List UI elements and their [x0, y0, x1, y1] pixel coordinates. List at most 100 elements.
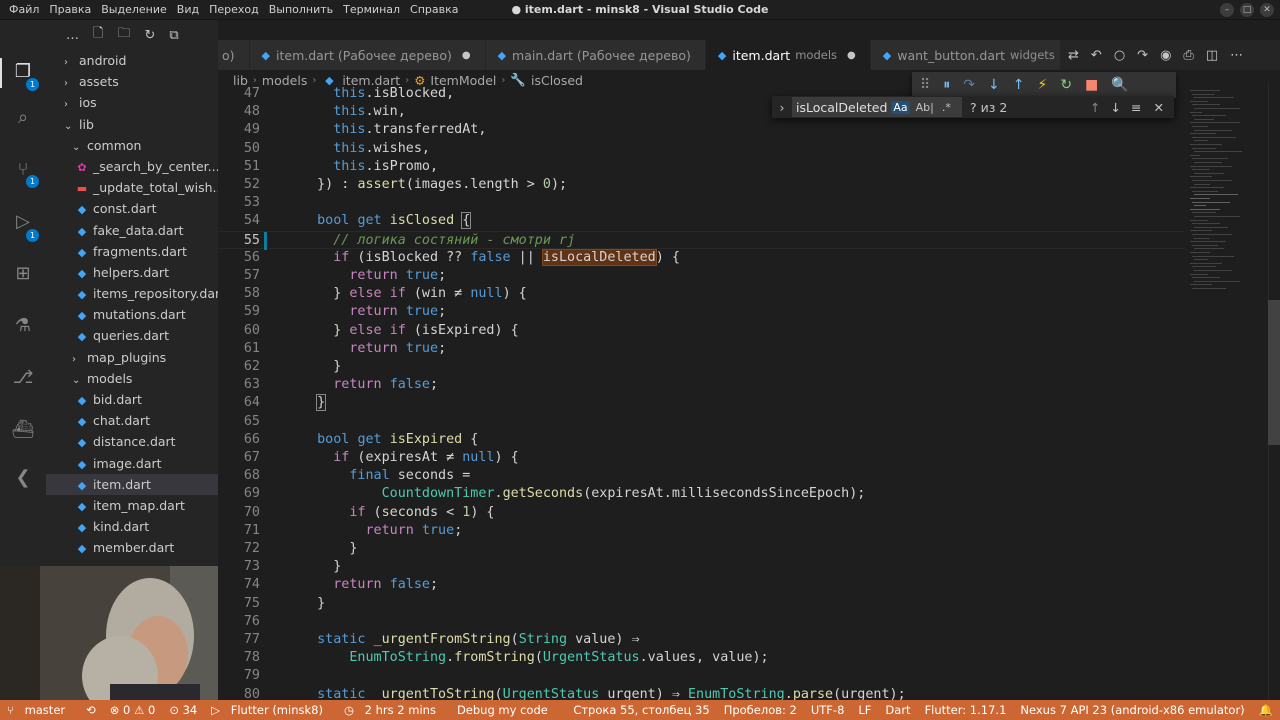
branch-status[interactable]: ⑂ master: [0, 703, 79, 717]
toggle-replace-icon[interactable]: ›: [772, 100, 792, 115]
code-line[interactable]: 64 }: [218, 394, 1184, 412]
maximize-icon[interactable]: □: [1240, 3, 1254, 17]
code-line[interactable]: 62 }: [218, 358, 1184, 376]
editor-tab[interactable]: ◆ want_button.dart widgets: [870, 40, 1060, 70]
code-line[interactable]: 76: [218, 613, 1184, 631]
editor-tab[interactable]: ◆ main.dart (Рабочее дерево): [485, 40, 706, 70]
line-number[interactable]: 48: [218, 103, 260, 121]
editor-tab[interactable]: ◆ item.dart (Рабочее дерево) ●: [249, 40, 486, 70]
code-line[interactable]: 72 }: [218, 540, 1184, 558]
code-line[interactable]: 74 return false;: [218, 576, 1184, 594]
code-line[interactable]: 71 return true;: [218, 522, 1184, 540]
menu-item[interactable]: Терминал: [338, 3, 405, 16]
line-number[interactable]: 51: [218, 158, 260, 176]
line-number[interactable]: 60: [218, 322, 260, 340]
menu-item[interactable]: Правка: [44, 3, 96, 16]
device-selector[interactable]: Nexus 7 API 23 (android-x86 emulator): [1013, 703, 1251, 717]
line-number[interactable]: 58: [218, 285, 260, 303]
code-line[interactable]: 73 }: [218, 558, 1184, 576]
menu-item[interactable]: Файл: [4, 3, 44, 16]
line-number[interactable]: 79: [218, 667, 260, 685]
debug-mode-status[interactable]: Debug my code: [450, 703, 555, 717]
code-line[interactable]: 75 }: [218, 595, 1184, 613]
git-graph-icon[interactable]: ⎇: [11, 366, 35, 390]
code-line[interactable]: 49 this.transferredAt,: [218, 121, 1184, 139]
line-number[interactable]: 64: [218, 394, 260, 412]
cursor-position[interactable]: Строка 55, столбец 35: [566, 703, 716, 717]
circle-icon[interactable]: ○: [1114, 48, 1125, 63]
tree-file[interactable]: ◆ image.dart: [46, 453, 218, 474]
previous-match-icon[interactable]: ↑: [1090, 100, 1100, 115]
line-number[interactable]: 66: [218, 431, 260, 449]
find-in-selection-icon[interactable]: ≡: [1131, 100, 1141, 115]
menu-item[interactable]: Справка: [405, 3, 463, 16]
editor-tab[interactable]: o): [218, 40, 250, 70]
line-number[interactable]: 67: [218, 449, 260, 467]
minimize-icon[interactable]: –: [1220, 3, 1234, 17]
time-tracking-status[interactable]: ◷ 2 hrs 2 mins: [337, 703, 450, 717]
code-line[interactable]: 50 this.wishes,: [218, 140, 1184, 158]
open-changes-icon[interactable]: ⎙: [1183, 48, 1193, 63]
editor-tab[interactable]: ◆ item.dart models ●: [705, 40, 871, 70]
line-number[interactable]: 61: [218, 340, 260, 358]
tree-folder[interactable]: ⌄ lib: [46, 114, 218, 135]
code-line[interactable]: 80 static _urgentToString(UrgentStatus u…: [218, 686, 1184, 700]
menu-item[interactable]: Выделение: [96, 3, 172, 16]
modified-dot-icon[interactable]: ●: [462, 50, 471, 61]
tree-file[interactable]: ✿ _search_by_center....: [46, 156, 218, 177]
whole-word-icon[interactable]: Ab|: [914, 101, 936, 114]
close-icon[interactable]: ✕: [1260, 3, 1274, 17]
minimap[interactable]: [1184, 84, 1268, 700]
code-editor[interactable]: 47 this.isBlocked, 48 this.win, 49 this.tr…: [218, 84, 1184, 700]
code-line[interactable]: 70 if (seconds < 1) {: [218, 504, 1184, 522]
more-icon[interactable]: …: [66, 28, 79, 43]
line-number[interactable]: 49: [218, 121, 260, 139]
code-line[interactable]: 67 if (expiresAt ≠ null) {: [218, 449, 1184, 467]
tree-file[interactable]: ◆ fragments.dart: [46, 241, 218, 262]
menu-item[interactable]: Переход: [204, 3, 264, 16]
code-line[interactable]: 78 EnumToString.fromString(UrgentStatus.…: [218, 649, 1184, 667]
tree-file[interactable]: ▬ _update_total_wish...: [46, 177, 218, 198]
drag-handle-icon[interactable]: ⠿: [920, 77, 930, 93]
next-match-icon[interactable]: ↓: [1110, 100, 1120, 115]
code-line[interactable]: 61 return true;: [218, 340, 1184, 358]
ports-status[interactable]: ⊙ 34: [162, 703, 204, 717]
code-line[interactable]: 58 } else if (win ≠ null) {: [218, 285, 1184, 303]
extensions-icon[interactable]: ⊞: [11, 262, 35, 286]
line-number[interactable]: 53: [218, 194, 260, 212]
line-number[interactable]: 68: [218, 467, 260, 485]
code-line[interactable]: 63 return false;: [218, 376, 1184, 394]
line-number[interactable]: 47: [218, 85, 260, 103]
go-forward-icon[interactable]: ↷: [1137, 48, 1148, 63]
line-number[interactable]: 56: [218, 249, 260, 267]
split-editor-icon[interactable]: ◫: [1206, 48, 1218, 63]
notifications-icon[interactable]: 🔔: [1252, 703, 1280, 717]
code-line[interactable]: 52 }) : assert(images.length > 0);: [218, 176, 1184, 194]
line-number[interactable]: 74: [218, 576, 260, 594]
code-line[interactable]: 69 CountdownTimer.getSeconds(expiresAt.m…: [218, 485, 1184, 503]
code-line[interactable]: 77 static _urgentFromString(String value…: [218, 631, 1184, 649]
line-number[interactable]: 73: [218, 558, 260, 576]
line-number[interactable]: 52: [218, 176, 260, 194]
stop-icon[interactable]: ■: [1085, 77, 1098, 93]
tree-file[interactable]: ◆ const.dart: [46, 198, 218, 219]
menu-item[interactable]: Вид: [172, 3, 204, 16]
line-number[interactable]: 70: [218, 504, 260, 522]
go-back-icon[interactable]: ↶: [1091, 48, 1102, 63]
testing-icon[interactable]: ⚗: [11, 314, 35, 338]
tree-file[interactable]: ◆ item.dart: [46, 473, 218, 495]
flutter-version[interactable]: Flutter: 1.17.1: [918, 703, 1014, 717]
tree-folder[interactable]: › assets: [46, 71, 218, 92]
step-over-icon[interactable]: ↷: [963, 77, 975, 93]
tree-file[interactable]: ◆ chat.dart: [46, 410, 218, 431]
tree-file[interactable]: ◆ item_map.dart: [46, 495, 218, 516]
code-line[interactable]: 79: [218, 667, 1184, 685]
current-code-line[interactable]: 55 // логика состяний - смотри rj: [218, 230, 1184, 250]
problems-status[interactable]: ⊗ 0 ⚠ 0: [103, 703, 163, 717]
new-file-icon[interactable]: 🗋: [93, 24, 103, 46]
debug-config-status[interactable]: ▷ Flutter (minsk8): [204, 703, 337, 717]
code-line[interactable]: 53: [218, 194, 1184, 212]
more-actions-icon[interactable]: ⋯: [1230, 48, 1243, 63]
tree-file[interactable]: ◆ queries.dart: [46, 325, 218, 346]
encoding[interactable]: UTF-8: [804, 703, 852, 717]
